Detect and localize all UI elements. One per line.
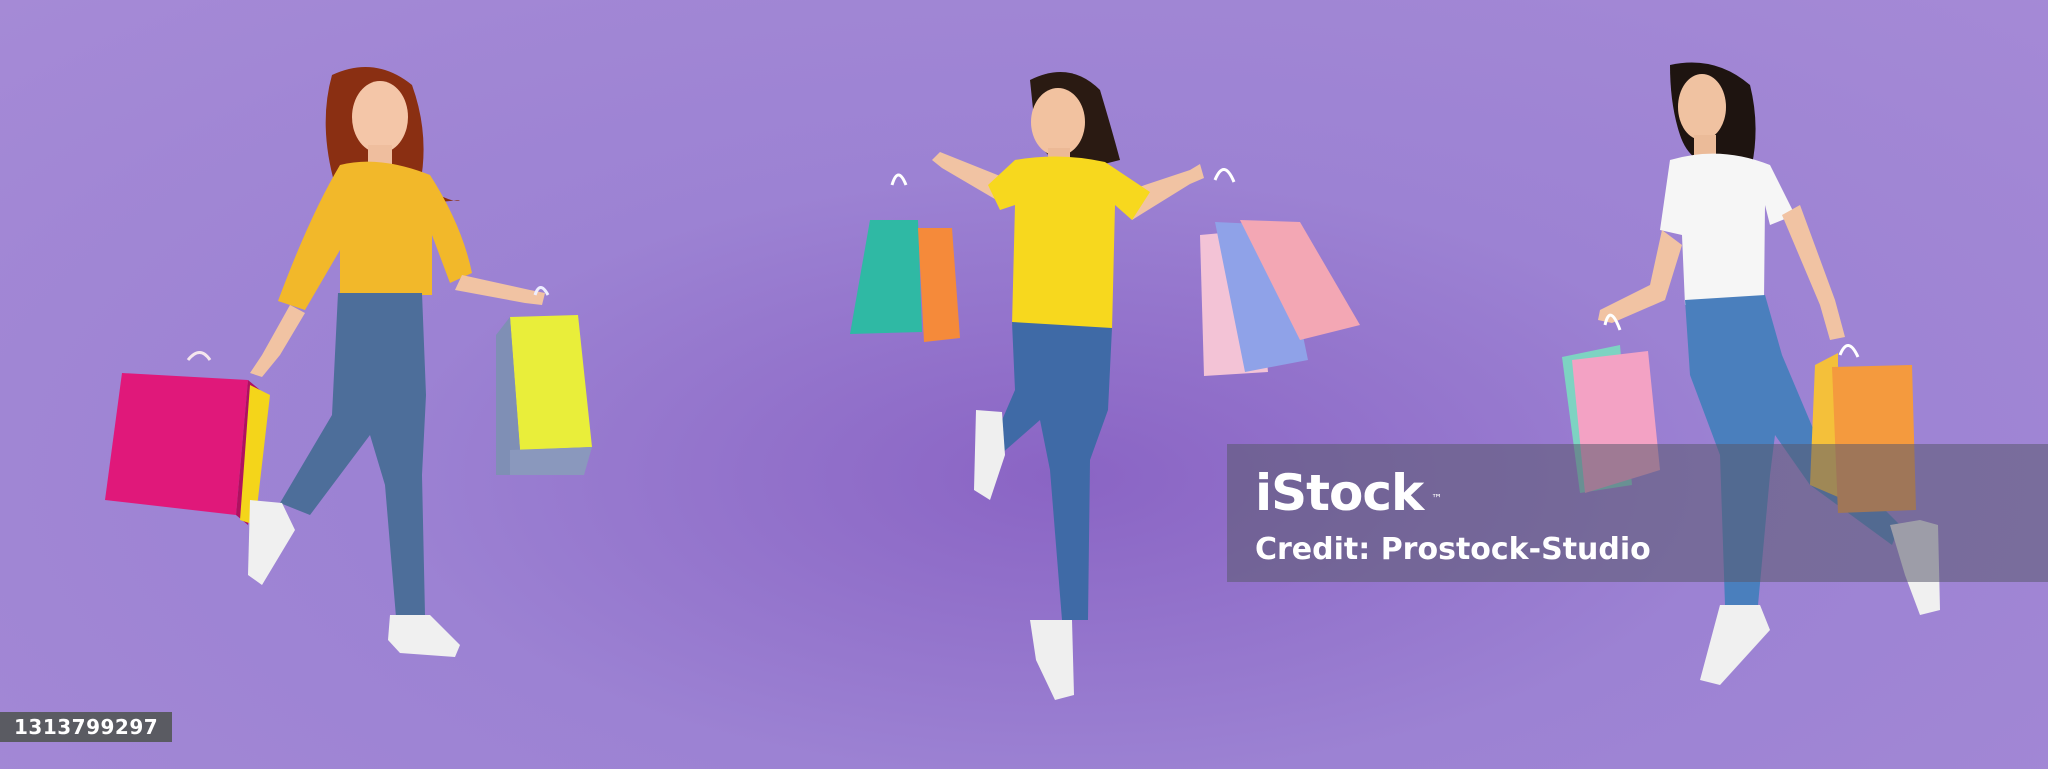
- pink-blue-bags-icon: [1200, 168, 1360, 376]
- photo-credit: Credit: Prostock-Studio: [1255, 532, 1651, 567]
- woman-center-illustration: [850, 72, 1360, 700]
- image-id-badge: 1313799297: [0, 712, 173, 742]
- yellow-shopping-bag-icon: [496, 286, 592, 475]
- woman-right-illustration: [1562, 62, 1940, 685]
- istock-logo: iStock ™: [1255, 464, 1442, 522]
- teal-orange-bags-icon: [850, 173, 960, 342]
- trademark-symbol: ™: [1431, 492, 1442, 505]
- pink-shopping-bag-icon: [105, 351, 260, 525]
- woman-left-illustration: [105, 67, 592, 657]
- woman-right-with-shopping-bags: [1520, 55, 2020, 705]
- stock-photo: iStock ™ Credit: Prostock-Studio 13137992…: [0, 0, 2048, 769]
- watermark-brand: iStock: [1255, 464, 1424, 522]
- woman-center-with-shopping-bags: [840, 60, 1370, 710]
- woman-left-with-shopping-bags: [100, 55, 640, 705]
- istock-watermark: iStock ™ Credit: Prostock-Studio: [1227, 444, 2048, 582]
